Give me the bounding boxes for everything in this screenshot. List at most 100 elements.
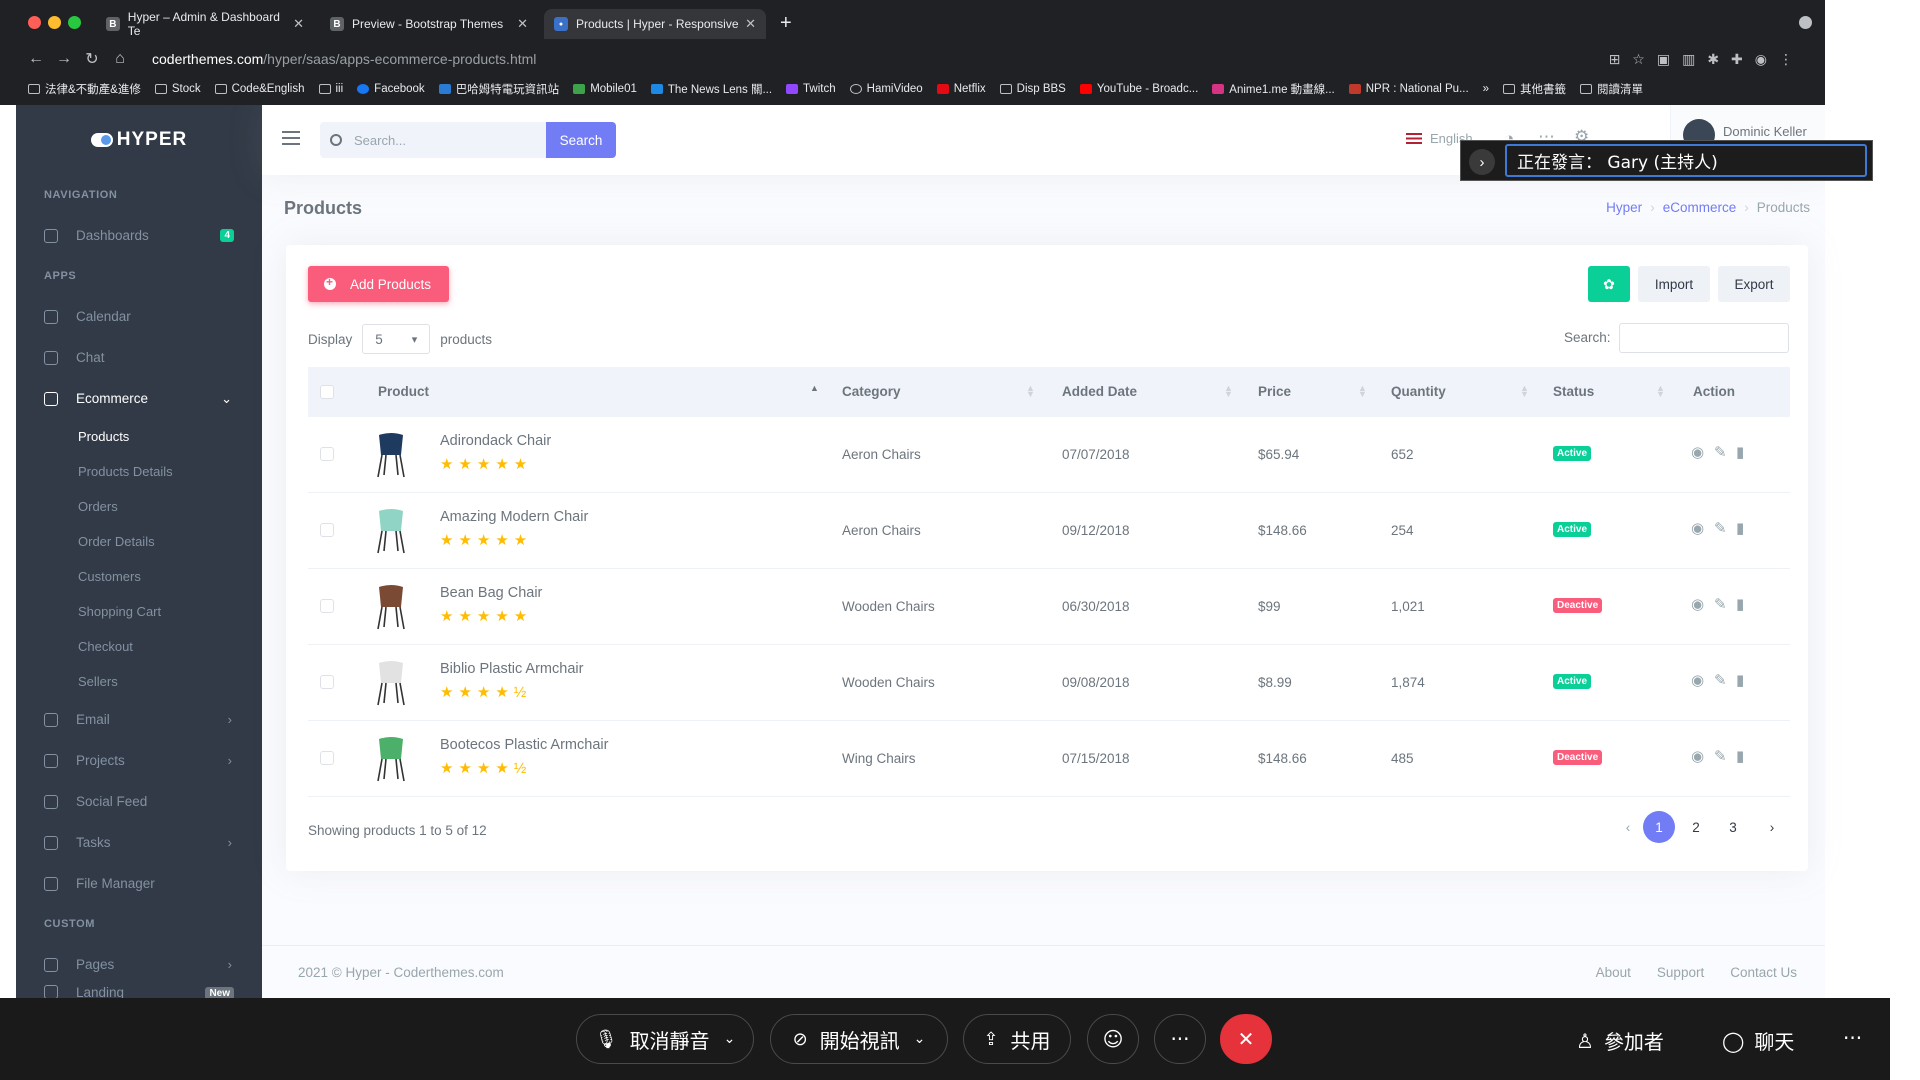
pagination-prev[interactable]: ‹ (1612, 811, 1644, 843)
bookmark-link[interactable]: Facebook (357, 83, 425, 95)
footer-link-contact[interactable]: Contact Us (1730, 965, 1797, 980)
forward-icon[interactable]: → (50, 50, 78, 68)
bookmark-link[interactable]: HamiVideo (849, 83, 923, 95)
more-menu-button[interactable]: ··· (1843, 1026, 1862, 1050)
pagination-page-1[interactable]: 1 (1643, 811, 1675, 843)
sidebar-item-pages[interactable]: Pages › (16, 944, 262, 985)
column-added-date[interactable]: Added Date (1062, 384, 1137, 399)
sidebar-item-chat[interactable]: Chat (16, 337, 262, 378)
delete-icon[interactable]: ▮ (1736, 671, 1744, 689)
new-tab-icon[interactable]: + (780, 12, 792, 35)
browser-tab[interactable]: B Preview - Bootstrap Themes ✕ (320, 9, 538, 39)
sidebar-item-projects[interactable]: Projects › (16, 740, 262, 781)
sidebar-subitem-checkout[interactable]: Checkout (16, 629, 262, 664)
minimize-window-button[interactable] (48, 16, 61, 29)
table-search-input[interactable] (1619, 323, 1789, 353)
column-category[interactable]: Category (842, 384, 901, 399)
share-screen-button[interactable]: ⇪ 共用 (963, 1014, 1071, 1064)
sort-icon[interactable]: ▲ ▼ (1358, 384, 1367, 399)
bookmark-link[interactable]: Anime1.me 動畫線... (1212, 81, 1335, 97)
sort-asc-icon[interactable]: ▲ (810, 384, 819, 393)
sort-icon[interactable]: ▲ ▼ (1026, 384, 1035, 399)
view-icon[interactable]: ◉ (1691, 747, 1704, 765)
extensions-icons[interactable]: ⊞☆▣▥✱✚◉⋮ (1609, 51, 1805, 68)
sort-icon[interactable]: ▲ ▼ (1520, 384, 1529, 399)
bookmark-folder[interactable]: iii (318, 83, 343, 95)
delete-icon[interactable]: ▮ (1736, 595, 1744, 613)
bookmark-link[interactable]: Twitch (786, 83, 836, 95)
bookmark-folder[interactable]: 其他書籤 (1503, 81, 1566, 97)
search-input[interactable]: Search... (320, 122, 546, 158)
breadcrumb-ecommerce[interactable]: eCommerce (1663, 200, 1737, 215)
import-button[interactable]: Import (1638, 266, 1710, 302)
bookmark-link[interactable]: 巴哈姆特電玩資訊站 (438, 81, 559, 97)
bookmark-link[interactable]: The News Lens 關... (650, 81, 772, 97)
column-quantity[interactable]: Quantity (1391, 384, 1446, 399)
row-checkbox[interactable] (320, 751, 334, 765)
sidebar-subitem-sellers[interactable]: Sellers (16, 664, 262, 699)
logo[interactable]: HYPER (16, 105, 262, 175)
start-video-button[interactable]: ⊘ 開始視訊 ⌄ (770, 1014, 948, 1064)
column-status[interactable]: Status (1553, 384, 1594, 399)
browser-tab[interactable]: B Hyper – Admin & Dashboard Te ✕ (96, 9, 314, 39)
export-button[interactable]: Export (1718, 266, 1790, 302)
sidebar-subitem-products-details[interactable]: Products Details (16, 454, 262, 489)
unmute-button[interactable]: 🎙 取消靜音 ⌄ (576, 1014, 754, 1064)
back-icon[interactable]: ← (22, 50, 50, 68)
edit-icon[interactable]: ✎ (1714, 595, 1727, 613)
settings-button[interactable]: ✿ (1588, 266, 1630, 302)
bookmark-link[interactable]: NPR : National Pu... (1348, 83, 1469, 95)
chevron-up-icon[interactable]: ⌄ (724, 1031, 736, 1047)
product-name[interactable]: Adirondack Chair (440, 433, 551, 449)
search-button[interactable]: Search (546, 122, 616, 158)
row-checkbox[interactable] (320, 447, 334, 461)
row-checkbox[interactable] (320, 599, 334, 613)
row-checkbox[interactable] (320, 675, 334, 689)
sort-icon[interactable]: ▲ ▼ (1656, 384, 1665, 399)
view-icon[interactable]: ◉ (1691, 519, 1704, 537)
product-name[interactable]: Bootecos Plastic Armchair (440, 737, 608, 753)
column-product[interactable]: Product (378, 384, 429, 399)
pagination-page-2[interactable]: 2 (1680, 811, 1712, 843)
sidebar-item-social-feed[interactable]: Social Feed (16, 781, 262, 822)
more-bookmarks-icon[interactable]: » (1483, 83, 1489, 95)
close-tab-icon[interactable]: ✕ (517, 16, 528, 32)
tab-search-icon[interactable] (1799, 16, 1812, 29)
sidebar-subitem-orders[interactable]: Orders (16, 489, 262, 524)
footer-link-support[interactable]: Support (1657, 965, 1704, 980)
select-all-checkbox[interactable] (320, 385, 334, 399)
menu-toggle-icon[interactable] (282, 131, 300, 145)
sidebar-subitem-shopping-cart[interactable]: Shopping Cart (16, 594, 262, 629)
edit-icon[interactable]: ✎ (1714, 519, 1727, 537)
delete-icon[interactable]: ▮ (1736, 747, 1744, 765)
reactions-button[interactable]: ☺ (1087, 1014, 1139, 1064)
url-field[interactable]: coderthemes.com/hyper/saas/apps-ecommerc… (152, 51, 536, 67)
maximize-window-button[interactable] (68, 16, 81, 29)
view-icon[interactable]: ◉ (1691, 595, 1704, 613)
bookmark-folder[interactable]: Stock (154, 83, 201, 95)
breadcrumb-hyper[interactable]: Hyper (1606, 200, 1642, 215)
chevron-right-icon[interactable]: › (1469, 149, 1495, 175)
row-checkbox[interactable] (320, 523, 334, 537)
column-price[interactable]: Price (1258, 384, 1291, 399)
footer-link-about[interactable]: About (1596, 965, 1631, 980)
add-products-button[interactable]: Add Products (308, 266, 449, 302)
sidebar-item-file-manager[interactable]: File Manager (16, 863, 262, 904)
participants-button[interactable]: ♙ 參加者 (1576, 1026, 1664, 1055)
reload-icon[interactable]: ↻ (78, 49, 106, 69)
display-count-select[interactable]: 5 ▾ (362, 324, 431, 354)
sidebar-item-landing[interactable]: Landing New (16, 985, 262, 998)
delete-icon[interactable]: ▮ (1736, 443, 1744, 461)
reading-list[interactable]: 閱讀清單 (1580, 81, 1643, 97)
sidebar-subitem-order-details[interactable]: Order Details (16, 524, 262, 559)
sort-icon[interactable]: ▲ ▼ (1224, 384, 1233, 399)
close-tab-icon[interactable]: ✕ (293, 16, 304, 32)
bookmark-link[interactable]: YouTube - Broadc... (1079, 83, 1198, 95)
leave-meeting-button[interactable]: ✕ (1220, 1014, 1272, 1064)
product-name[interactable]: Biblio Plastic Armchair (440, 661, 583, 677)
edit-icon[interactable]: ✎ (1714, 671, 1727, 689)
view-icon[interactable]: ◉ (1691, 671, 1704, 689)
close-tab-icon[interactable]: ✕ (745, 16, 756, 32)
sidebar-item-email[interactable]: Email › (16, 699, 262, 740)
product-name[interactable]: Bean Bag Chair (440, 585, 542, 601)
